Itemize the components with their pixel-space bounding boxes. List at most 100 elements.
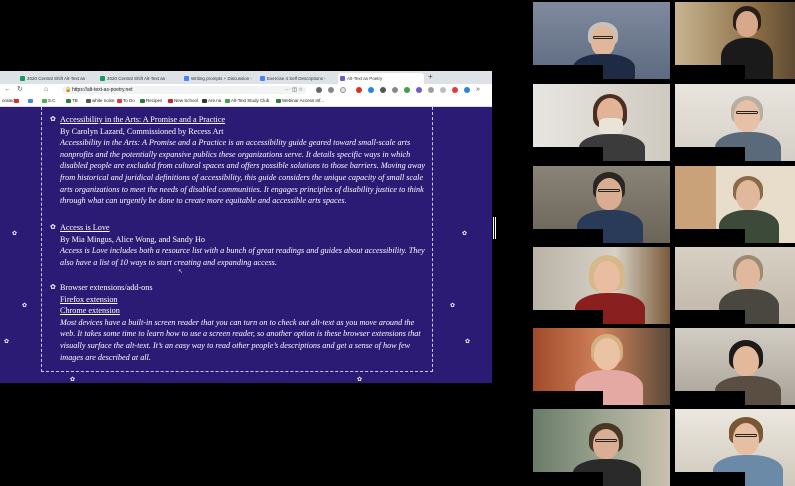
- participant-name: [675, 229, 745, 243]
- extension-icon[interactable]: [464, 87, 470, 93]
- browser-tab-active[interactable]: Alt-Text as Poetry: [338, 73, 424, 84]
- bookmark-item[interactable]: TB: [66, 98, 78, 104]
- overflow-menu-icon[interactable]: »: [476, 86, 480, 94]
- flower-bullet-icon: ✿: [50, 283, 56, 291]
- browser-tab-bar: 2020 Central Shift Alt-Text an 2020 Cent…: [0, 71, 492, 84]
- star-decoration-icon: ✿: [12, 231, 18, 237]
- bookmark-star-icon[interactable]: ☆: [299, 86, 303, 94]
- bookmark-icon: [225, 98, 230, 103]
- participant-name: [533, 229, 603, 243]
- back-icon[interactable]: ←: [4, 86, 11, 94]
- resource-entry: ✿ Accessibility in the Arts: A Promise a…: [50, 114, 426, 207]
- extension-icon[interactable]: [380, 87, 386, 93]
- resource-title-link[interactable]: Access is Love: [60, 222, 426, 234]
- star-decoration-icon: ✿: [70, 377, 76, 383]
- star-decoration-icon: ✿: [450, 303, 456, 309]
- panel-divider-handle[interactable]: [493, 217, 496, 239]
- bookmark-item[interactable]: Alt-Text Study Club: [225, 98, 269, 104]
- browser-tab[interactable]: 2020 Central Shift Alt-Text an: [98, 73, 178, 84]
- firefox-extension-link[interactable]: Firefox extension: [60, 294, 426, 306]
- participant-video-tile[interactable]: [533, 166, 670, 243]
- extension-icon[interactable]: [428, 87, 434, 93]
- extension-icon[interactable]: [316, 87, 322, 93]
- extension-icon[interactable]: [440, 87, 446, 93]
- extension-icon[interactable]: [328, 87, 334, 93]
- lock-icon: 🔒: [65, 87, 72, 93]
- webpage-content: ✿ Accessibility in the Arts: A Promise a…: [0, 107, 492, 383]
- participant-name: [533, 391, 603, 405]
- bookmark-item[interactable]: Recipes: [140, 98, 162, 104]
- participant-name: [675, 147, 745, 161]
- docs-icon: [260, 76, 265, 81]
- bookmark-icon: [117, 98, 122, 103]
- chrome-extension-link[interactable]: Chrome extension: [60, 305, 426, 317]
- bookmark-item[interactable]: To Do: [117, 98, 135, 104]
- reload-icon[interactable]: ↻: [17, 86, 23, 94]
- star-decoration-icon: ✿: [465, 339, 471, 345]
- drive-icon: [28, 98, 33, 103]
- extension-icon[interactable]: [368, 87, 374, 93]
- participant-name: [675, 472, 745, 486]
- resource-entry: ✿ Browser extensions/add-ons Firefox ext…: [50, 282, 426, 363]
- bookmark-item[interactable]: S.C: [42, 98, 56, 104]
- home-icon[interactable]: ⌂: [44, 86, 48, 94]
- flower-bullet-icon: ✿: [50, 115, 56, 123]
- bookmark-item[interactable]: white noise: [86, 98, 115, 104]
- extension-icon[interactable]: [404, 87, 410, 93]
- extension-icon[interactable]: [392, 87, 398, 93]
- resource-title-link[interactable]: Accessibility in the Arts: A Promise and…: [60, 114, 426, 126]
- participant-name: [533, 147, 603, 161]
- bookmark-item[interactable]: Webinar Access Inf...: [276, 98, 324, 104]
- participant-video-tile[interactable]: [533, 247, 670, 324]
- participant-video-tile[interactable]: [675, 84, 795, 161]
- extension-icon[interactable]: [356, 87, 362, 93]
- participant-video-tile[interactable]: [675, 328, 795, 405]
- resource-description: Access is Love includes both a resource …: [60, 246, 425, 267]
- participant-video-tile[interactable]: [675, 2, 795, 79]
- pocket-icon[interactable]: ◫: [292, 86, 297, 94]
- sheets-icon: [100, 76, 105, 81]
- url-text: https://alt-text-as-poetry.net: [72, 87, 133, 93]
- participant-name: [533, 472, 603, 486]
- resource-description: Most devices have a built-in screen read…: [60, 317, 421, 362]
- participant-video-tile[interactable]: [533, 409, 670, 486]
- participant-name: [675, 65, 745, 79]
- participant-video-tile[interactable]: [675, 247, 795, 324]
- more-icon[interactable]: ⋯: [285, 86, 290, 94]
- star-decoration-icon: ✿: [357, 377, 363, 383]
- browser-tab[interactable]: 2020 Central Shift Alt-Text an: [18, 73, 96, 84]
- resource-byline: By Mia Mingus, Alice Wong, and Sandy Ho: [60, 234, 205, 244]
- participant-video-tile[interactable]: [675, 409, 795, 486]
- participant-name: [675, 391, 745, 405]
- address-bar[interactable]: 🔒 https://alt-text-as-poetry.net ⋯ ◫ ☆: [62, 86, 306, 94]
- browser-tab[interactable]: Writing prompts + Discussion -: [182, 73, 254, 84]
- new-tab-button[interactable]: +: [428, 72, 433, 81]
- participant-video-tile[interactable]: [533, 2, 670, 79]
- star-decoration-icon: ✿: [4, 339, 10, 345]
- browser-tab[interactable]: Exercise 4 Self Descriptions -: [258, 73, 334, 84]
- shared-screen: 2020 Central Shift Alt-Text an 2020 Cent…: [0, 71, 492, 383]
- bookmark-item[interactable]: New School: [168, 98, 198, 104]
- docs-icon: [184, 76, 189, 81]
- extension-icon[interactable]: [452, 87, 458, 93]
- participant-video-tile[interactable]: [675, 166, 795, 243]
- bookmarks-bar: orated S.C TB white noise To Do Recipes …: [0, 96, 492, 107]
- bookmark-item[interactable]: Are.na: [202, 98, 221, 104]
- resource-heading: Browser extensions/add-ons: [60, 283, 153, 292]
- bookmark-item[interactable]: orated: [0, 98, 15, 104]
- participant-name: [675, 310, 745, 324]
- bookmark-icon: [86, 98, 91, 103]
- bookmark-icon: [66, 98, 71, 103]
- bookmark-icon: [276, 98, 281, 103]
- bookmark-icon: [168, 98, 173, 103]
- bookmark-icon: [0, 99, 1, 104]
- participant-video-tile[interactable]: [533, 328, 670, 405]
- resource-description: Accessibility in the Arts: A Promise and…: [60, 138, 426, 206]
- extension-icon[interactable]: [340, 87, 346, 93]
- extension-icon[interactable]: [416, 87, 422, 93]
- participant-video-tile[interactable]: [533, 84, 670, 161]
- resource-entry: ✿ Access is Love By Mia Mingus, Alice Wo…: [50, 222, 426, 268]
- bookmark-icon: [42, 98, 47, 103]
- participant-name: [533, 65, 603, 79]
- resource-byline: By Carolyn Lazard, Commissioned by Reces…: [60, 126, 224, 136]
